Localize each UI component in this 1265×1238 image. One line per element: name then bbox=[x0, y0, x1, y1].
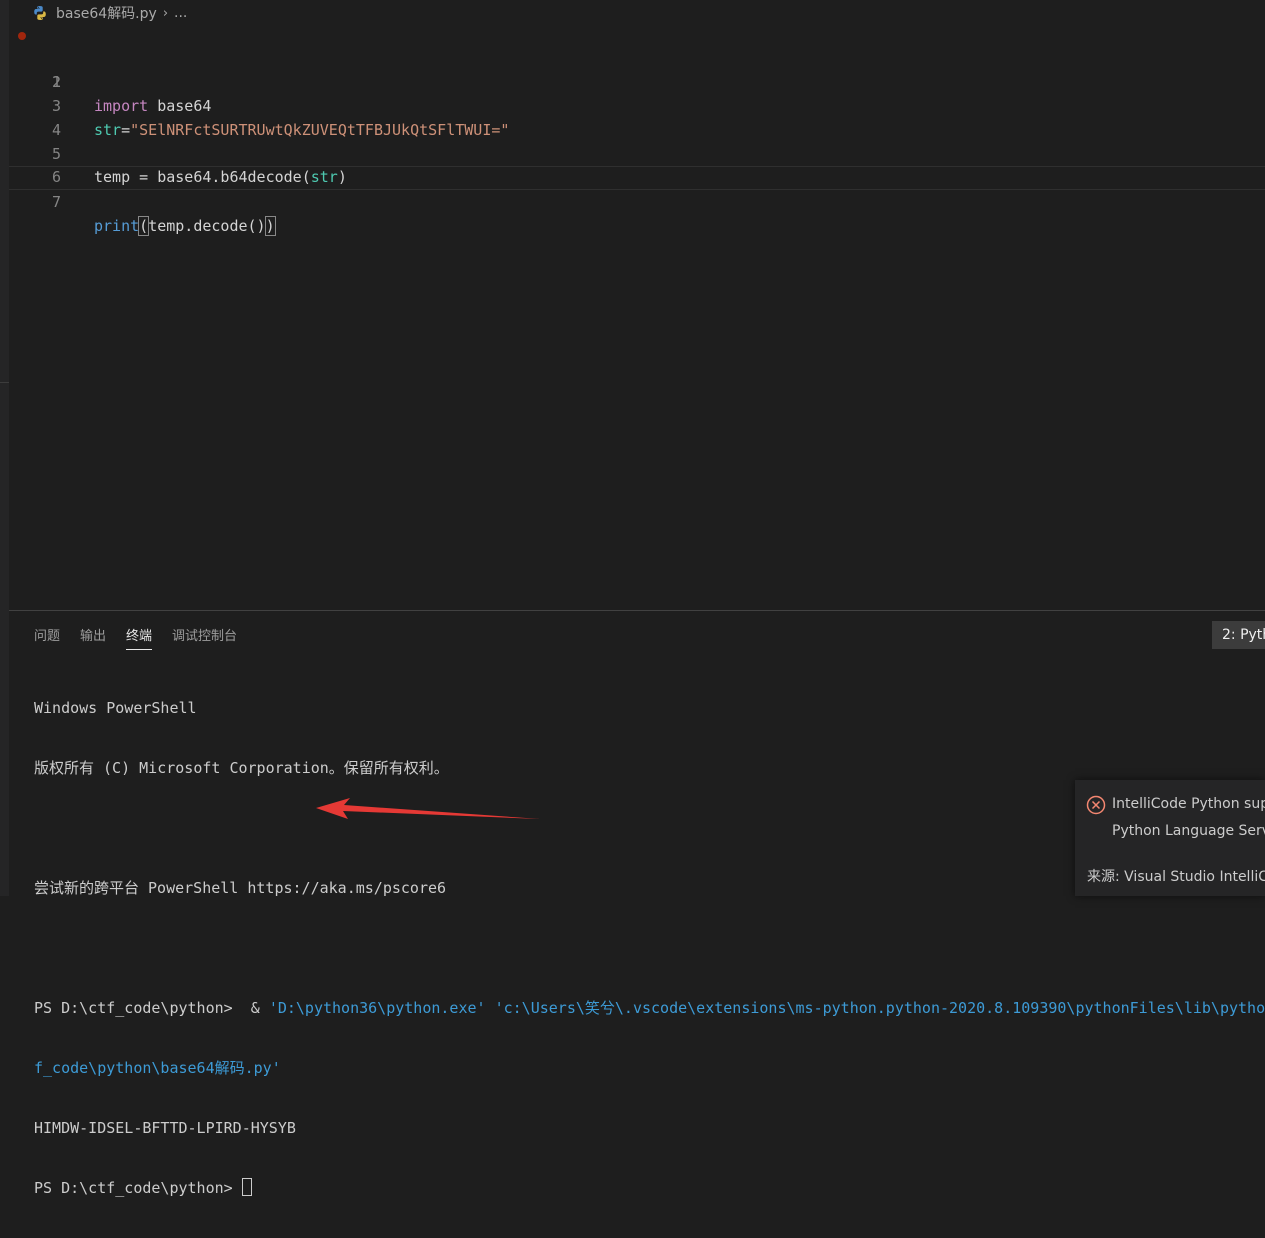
terminal-line: 版权所有 (C) Microsoft Corporation。保留所有权利。 bbox=[34, 759, 449, 777]
code-line-current[interactable]: 7 print(temp.decode()) bbox=[9, 166, 1265, 236]
tab-debug-console[interactable]: 调试控制台 bbox=[172, 625, 237, 650]
code-line[interactable]: 1 import base64 bbox=[9, 24, 1265, 115]
terminal-cursor bbox=[241, 1178, 252, 1196]
notification-source: 来源: Visual Studio IntelliCode bbox=[1087, 869, 1265, 885]
tab-terminal[interactable]: 终端 bbox=[126, 625, 153, 650]
line-number: 7 bbox=[51, 192, 61, 211]
code-line[interactable]: 5 temp = base64.b64decode(str) bbox=[9, 119, 1265, 187]
breakpoint-icon[interactable] bbox=[18, 32, 26, 40]
error-icon bbox=[1086, 795, 1106, 819]
chevron-right-icon: › bbox=[162, 5, 169, 21]
panel-tabs: 问题 输出 终端 调试控制台 bbox=[34, 625, 257, 650]
bracket-match: ) bbox=[264, 215, 276, 236]
terminal-result: HIMDW-IDSEL-BFTTD-LPIRD-HYSYB bbox=[34, 1119, 296, 1137]
breadcrumb-file[interactable]: base64解码.py bbox=[56, 3, 157, 23]
breadcrumb[interactable]: base64解码.py › ... bbox=[32, 2, 187, 24]
code-editor[interactable]: 1 import base64 2 3 str="SElNRFctSURTRUw… bbox=[9, 24, 1265, 610]
terminal-command: 'D:\python36\python.exe' 'c:\Users\笑兮\.v… bbox=[268, 999, 1265, 1017]
terminal-select[interactable]: 2: Python bbox=[1212, 621, 1265, 649]
terminal-prompt: PS D:\ctf_code\python> bbox=[34, 1179, 242, 1197]
tab-problems[interactable]: 问题 bbox=[34, 625, 60, 650]
notification-message: Python Language Server bbox=[1112, 823, 1265, 839]
terminal-line: Windows PowerShell bbox=[34, 699, 197, 717]
terminal-output[interactable]: Windows PowerShell 版权所有 (C) Microsoft Co… bbox=[34, 658, 1265, 1238]
bracket-match: ( bbox=[138, 215, 150, 236]
code-token: temp.decode() bbox=[148, 216, 266, 235]
notification-toast[interactable]: IntelliCode Python support requires Pyth… bbox=[1075, 780, 1265, 896]
code-line[interactable]: 6 bbox=[9, 143, 1265, 186]
code-line[interactable]: 3 str="SElNRFctSURTRUwtQkZUVEQtTFBJUkQtS… bbox=[9, 71, 1265, 139]
code-line[interactable]: 4 bbox=[9, 95, 1265, 139]
terminal-line[interactable]: PS D:\ctf_code\python> bbox=[34, 1178, 1265, 1198]
breadcrumb-more[interactable]: ... bbox=[174, 5, 187, 21]
terminal-prompt: PS D:\ctf_code\python> & bbox=[34, 999, 269, 1017]
terminal-line: f_code\python\base64解码.py' bbox=[34, 1059, 281, 1077]
notification-message: IntelliCode Python support requires bbox=[1112, 796, 1265, 812]
activity-bar-edge bbox=[0, 0, 9, 896]
function-token: print bbox=[94, 216, 140, 235]
code-line[interactable]: 2 bbox=[9, 48, 1265, 91]
python-file-icon bbox=[32, 5, 48, 21]
tab-output[interactable]: 输出 bbox=[80, 625, 106, 650]
terminal-line: PS D:\ctf_code\python> & 'D:\python36\py… bbox=[34, 998, 1265, 1018]
red-arrow-annotation bbox=[316, 798, 540, 819]
